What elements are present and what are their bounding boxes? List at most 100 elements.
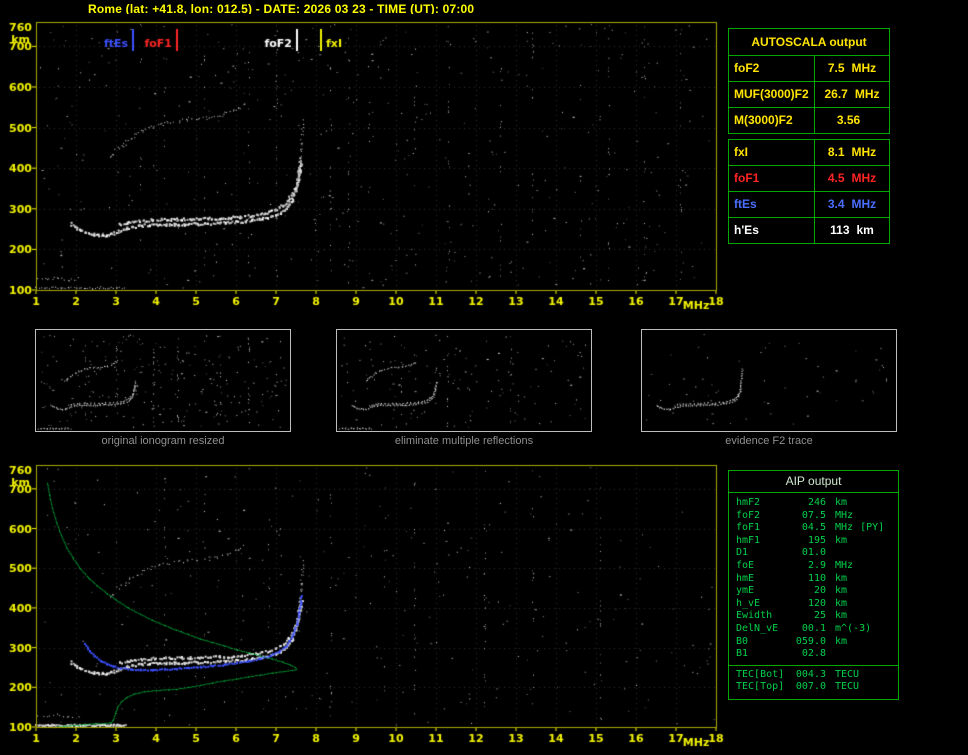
value-unit: MHz [851, 145, 877, 159]
aip-param-name: ymE [736, 585, 755, 597]
profile-ionogram-canvas [0, 458, 726, 755]
aip-row: DelN_vE 00.1 m^(-3) [729, 623, 898, 636]
aip-row: ymE 20 km [729, 585, 898, 598]
autoscala-row-fof2: foF2 7.5 MHz [729, 56, 889, 82]
aip-param-value: 120 [807, 597, 826, 609]
aip-param-name: hmE [736, 572, 755, 584]
thumbnail-caption: evidence F2 trace [725, 435, 813, 447]
aip-param-value: 004.3 [795, 668, 826, 680]
autoscala-row-hpes: h'Es 113 km [729, 218, 889, 243]
aip-param-unit: TECU [835, 668, 860, 680]
autoscala-row-muf3000f2: MUF(3000)F2 26.7 MHz [729, 82, 889, 108]
autoscala-row-m3000f2: M(3000)F2 3.56 [729, 108, 889, 133]
aip-param-unit: MHz [835, 559, 854, 571]
aip-param-name: B0 [736, 635, 749, 647]
aip-param-name: foF1 [736, 522, 761, 534]
thumbnail-original-ionogram [35, 329, 291, 432]
aip-panel-title: AIP output [729, 471, 898, 493]
aip-param-name: Ewidth [736, 610, 773, 622]
param-label: ftEs [729, 192, 815, 217]
scaled-ionogram-canvas [0, 14, 726, 316]
aip-param-value: 04.5 [801, 522, 826, 534]
aip-row: D1 01.0 [729, 547, 898, 560]
aip-row: hmF2 246 km [729, 497, 898, 510]
param-label: foF2 [729, 56, 815, 81]
param-label: foF1 [729, 166, 815, 191]
aip-param-unit: km [835, 572, 848, 584]
value-number: 113 [830, 223, 850, 237]
thumbnail-reflections-canvas [337, 330, 591, 431]
value-number: 7.5 [827, 61, 845, 75]
autoscala-row-ftes: ftEs 3.4 MHz [729, 192, 889, 218]
aip-row: foF1 04.5 MHz [PY] [729, 522, 898, 535]
profile-ionogram-plot [0, 458, 726, 755]
thumbnail-caption: eliminate multiple reflections [394, 435, 534, 447]
value-number: 4.5 [827, 171, 845, 185]
aip-param-value: 02.8 [801, 648, 826, 660]
aip-param-value: 01.0 [801, 547, 826, 559]
aip-param-unit: km [835, 497, 848, 508]
aip-param-unit: TECU [835, 681, 860, 693]
aip-param-value: 195 [807, 534, 826, 546]
aip-param-name: DelN_vE [736, 622, 779, 634]
param-value: 3.56 [815, 108, 889, 133]
aip-param-unit: km [835, 610, 848, 622]
param-value: 7.5 MHz [815, 56, 889, 81]
aip-row: h_vE 120 km [729, 598, 898, 611]
autoscala-row-fxi: fxI 8.1 MHz [729, 140, 889, 166]
aip-row: TEC[Bot] 004.3 TECU [729, 669, 898, 682]
value-unit: MHz [851, 197, 877, 211]
aip-param-value: 059.0 [795, 635, 826, 647]
scaled-ionogram-plot [0, 14, 726, 316]
aip-param-unit: km [835, 597, 848, 609]
autoscala-main-box: AUTOSCALA output foF2 7.5 MHz MUF(3000)F2… [728, 28, 890, 134]
thumbnail-multiple-reflections [336, 329, 592, 432]
aip-param-unit: km [835, 534, 848, 546]
aip-param-value: 20 [813, 585, 826, 597]
thumbnail-f2-canvas [642, 330, 896, 431]
aip-parameter-rows: hmF2 246 km foF2 07.5 MHz foF1 04.5 MHz [PY] hmF1 1… [729, 497, 898, 661]
aip-param-unit: MHz [835, 522, 854, 534]
param-label: MUF(3000)F2 [729, 82, 815, 107]
param-label: fxI [729, 140, 815, 165]
thumbnail-original-canvas [36, 330, 290, 431]
aip-row: B1 02.8 [729, 648, 898, 661]
param-label: h'Es [729, 218, 815, 243]
value-number: 3.56 [836, 113, 861, 127]
thumbnail-f2-trace [641, 329, 897, 432]
aip-param-unit: m^(-3) [835, 622, 872, 634]
aip-row: foE 2.9 MHz [729, 560, 898, 573]
aip-param-value: 25 [813, 610, 826, 622]
aip-param-value: 110 [807, 572, 826, 584]
aip-row: hmE 110 km [729, 573, 898, 586]
aip-param-name: B1 [736, 648, 749, 660]
aip-row: Ewidth 25 km [729, 610, 898, 623]
aip-param-name: h_vE [736, 597, 761, 609]
aip-param-value: 007.0 [795, 681, 826, 693]
aip-row: foF2 07.5 MHz [729, 510, 898, 523]
autoscala-panel-title: AUTOSCALA output [729, 29, 889, 56]
aip-param-flag: [PY] [860, 522, 885, 534]
value-number: 26.7 [824, 87, 848, 101]
aip-param-name: TEC[Top] [736, 681, 785, 693]
value-unit: MHz [851, 171, 877, 185]
aip-param-value: 07.5 [801, 509, 826, 521]
value-unit: km [856, 223, 874, 237]
value-unit: MHz [851, 61, 877, 75]
autoscala-secondary-box: fxI 8.1 MHz foF1 4.5 MHz ftEs 3.4 MHz h'Es … [728, 139, 890, 244]
param-value: 8.1 MHz [815, 140, 889, 165]
autoscala-output-panel: AUTOSCALA output foF2 7.5 MHz MUF(3000)F2… [728, 28, 890, 249]
value-number: 3.4 [827, 197, 845, 211]
aip-param-value: 246 [807, 497, 826, 508]
aip-param-name: foE [736, 559, 755, 571]
aip-param-name: TEC[Bot] [736, 668, 785, 680]
param-value: 26.7 MHz [815, 82, 889, 107]
aip-param-unit: MHz [835, 509, 854, 521]
aip-param-unit: km [835, 635, 848, 647]
aip-param-unit: km [835, 585, 848, 597]
aip-param-name: hmF2 [736, 497, 761, 508]
aip-param-name: D1 [736, 547, 749, 559]
aip-separator [729, 664, 898, 666]
value-unit: MHz [854, 87, 880, 101]
aip-param-value: 00.1 [801, 622, 826, 634]
